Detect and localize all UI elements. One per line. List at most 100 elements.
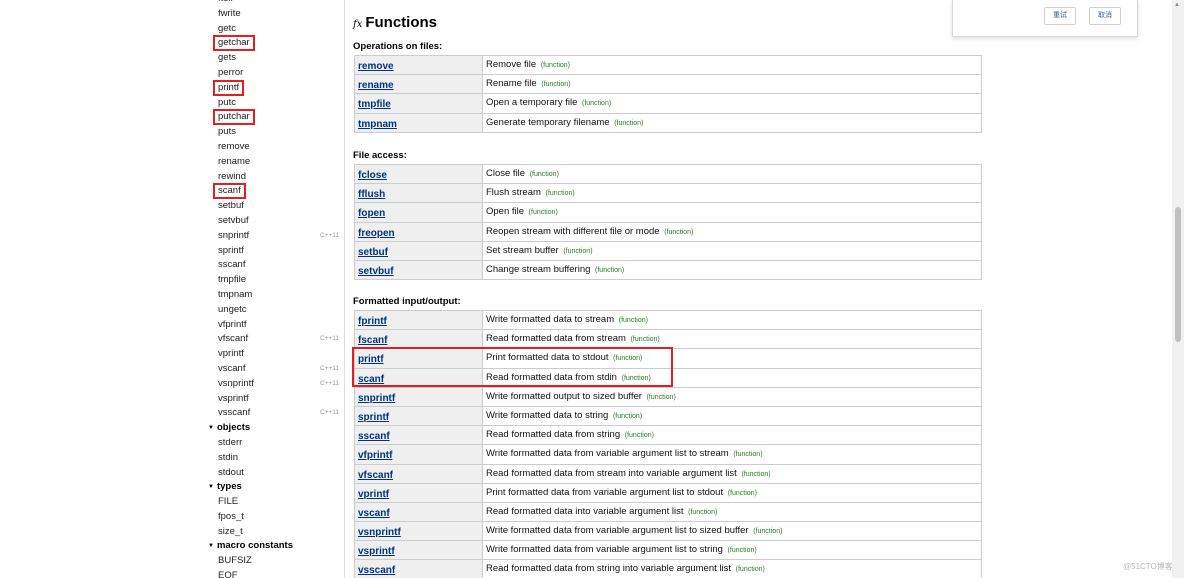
sidebar-item[interactable]: stdin	[200, 451, 344, 466]
sidebar-item[interactable]: remove	[200, 140, 344, 155]
function-link[interactable]: sprintf	[358, 412, 389, 423]
sidebar-item[interactable]: puts	[200, 125, 344, 140]
function-kind: (function)	[735, 566, 765, 574]
sidebar-item-label: vsscanf	[218, 407, 251, 419]
function-link[interactable]: vfscanf	[358, 470, 393, 481]
function-link[interactable]: fopen	[358, 208, 385, 219]
table-row: fprintf Write formatted data to stream (f…	[354, 311, 982, 331]
function-description: Write formatted data from variable argum…	[486, 544, 723, 556]
sidebar-item[interactable]: EOF	[200, 569, 344, 578]
function-link[interactable]: setbuf	[358, 247, 388, 258]
sidebar-item[interactable]: printf	[200, 79, 344, 96]
sidebar-item-label: putchar	[213, 109, 255, 126]
function-kind: (function)	[688, 508, 718, 516]
function-name-cell: fflush	[355, 184, 483, 203]
function-link[interactable]: tmpfile	[358, 99, 391, 110]
sidebar-item-label: getchar	[213, 35, 255, 52]
cancel-button[interactable]: 取消	[1089, 7, 1121, 25]
function-link[interactable]: fscanf	[358, 335, 387, 346]
function-link[interactable]: vsnprintf	[358, 527, 401, 538]
function-link[interactable]: remove	[358, 61, 394, 72]
function-link[interactable]: vfprintf	[358, 450, 392, 461]
sidebar-item[interactable]: sscanf	[200, 258, 344, 273]
function-link[interactable]: vsprintf	[358, 546, 395, 557]
sidebar-item[interactable]: scanf	[200, 183, 344, 200]
sidebar-item[interactable]: gets	[200, 51, 344, 66]
sidebar-item[interactable]: getchar	[200, 35, 344, 52]
sidebar-item[interactable]: vscanf C++11	[200, 362, 344, 377]
sidebar-section[interactable]: macro constants	[200, 539, 344, 554]
sidebar-item-label: printf	[212, 79, 245, 96]
sidebar-item-label: vfprintf	[218, 318, 247, 330]
function-link[interactable]: fflush	[358, 189, 385, 200]
function-link[interactable]: fprintf	[358, 316, 387, 327]
sidebar-list: ftellfwritegetcgetchargetsperrorprintfpu…	[200, 0, 344, 578]
sidebar-item[interactable]: stdout	[200, 466, 344, 481]
scroll-up-arrow-icon[interactable]: ▲	[1174, 2, 1180, 8]
function-link[interactable]: vsscanf	[358, 565, 395, 576]
sidebar-item[interactable]: rename	[200, 155, 344, 170]
sidebar-item[interactable]: putc	[200, 96, 344, 111]
sidebar-item[interactable]: vsprintf	[200, 392, 344, 407]
function-description: Change stream buffering	[486, 263, 591, 275]
function-kind: (function)	[753, 528, 783, 536]
function-kind: (function)	[541, 81, 571, 89]
sidebar-item[interactable]: size_t	[200, 525, 344, 540]
sidebar-item[interactable]: perror	[200, 66, 344, 81]
sidebar-item[interactable]: stderr	[200, 436, 344, 451]
function-name-cell: rename	[355, 75, 483, 94]
sidebar-item[interactable]: vsnprintf C++11	[200, 377, 344, 392]
function-description: Open file	[486, 206, 525, 218]
sidebar-item[interactable]: fpos_t	[200, 510, 344, 525]
function-link[interactable]: freopen	[358, 228, 395, 239]
function-name-cell: sprintf	[355, 406, 483, 426]
function-desc-cell: Read formatted data into variable argume…	[483, 503, 981, 521]
vertical-scrollbar[interactable]: ▲	[1172, 0, 1184, 578]
sidebar-item[interactable]: rewind	[200, 170, 344, 185]
sidebar-item-label: remove	[218, 140, 250, 152]
sidebar-section[interactable]: objects	[200, 421, 344, 436]
function-kind: (function)	[741, 470, 771, 478]
sidebar-item[interactable]: ungetc	[200, 303, 344, 318]
function-link[interactable]: setvbuf	[358, 266, 394, 277]
sidebar-item-label: getc	[218, 22, 236, 34]
function-name-cell: setvbuf	[355, 260, 483, 280]
sidebar-item[interactable]: vfprintf	[200, 318, 344, 333]
function-link[interactable]: snprintf	[358, 393, 395, 404]
function-link[interactable]: rename	[358, 80, 394, 91]
function-name-cell: fscanf	[355, 330, 483, 349]
sidebar-item[interactable]: setbuf	[200, 199, 344, 214]
table-row: setvbuf Change stream buffering (function…	[354, 260, 982, 281]
sidebar-item[interactable]: setvbuf	[200, 214, 344, 229]
function-link[interactable]: fclose	[358, 170, 387, 181]
sidebar-item[interactable]: putchar	[200, 109, 344, 126]
sidebar-item-label: sprintf	[218, 244, 244, 256]
function-kind: (function)	[733, 451, 763, 459]
sidebar-item-label: vprintf	[218, 348, 244, 360]
sidebar-item-label: tmpnam	[218, 288, 253, 300]
sidebar-item[interactable]: tmpfile	[200, 273, 344, 288]
function-link[interactable]: vscanf	[358, 508, 390, 519]
sidebar-item[interactable]: getc	[200, 22, 344, 37]
sidebar-item-label: EOF	[218, 570, 238, 578]
sidebar-item[interactable]: vfscanf C++11	[200, 332, 344, 347]
sidebar-item[interactable]: vsscanf C++11	[200, 406, 344, 421]
sidebar-item[interactable]: FILE	[200, 495, 344, 510]
function-link[interactable]: vprintf	[358, 489, 389, 500]
sidebar-item-label: ungetc	[218, 303, 247, 315]
table-row: sprintf Write formatted data to string (f…	[354, 406, 982, 427]
sidebar-item[interactable]: vprintf	[200, 347, 344, 362]
function-description: Read formatted data from stream into var…	[486, 467, 737, 479]
sidebar-item[interactable]: ftell	[200, 0, 344, 7]
sidebar-item[interactable]: sprintf	[200, 244, 344, 259]
function-link[interactable]: tmpnam	[358, 119, 397, 130]
function-kind: (function)	[646, 393, 676, 401]
sidebar-item[interactable]: BUFSIZ	[200, 554, 344, 569]
scrollbar-thumb[interactable]	[1175, 207, 1181, 342]
sidebar-item[interactable]: snprintf C++11	[200, 229, 344, 244]
sidebar-item[interactable]: fwrite	[200, 7, 344, 22]
sidebar-section[interactable]: types	[200, 480, 344, 495]
function-link[interactable]: sscanf	[358, 431, 390, 442]
retry-button[interactable]: 重试	[1044, 7, 1076, 25]
sidebar-item[interactable]: tmpnam	[200, 288, 344, 303]
